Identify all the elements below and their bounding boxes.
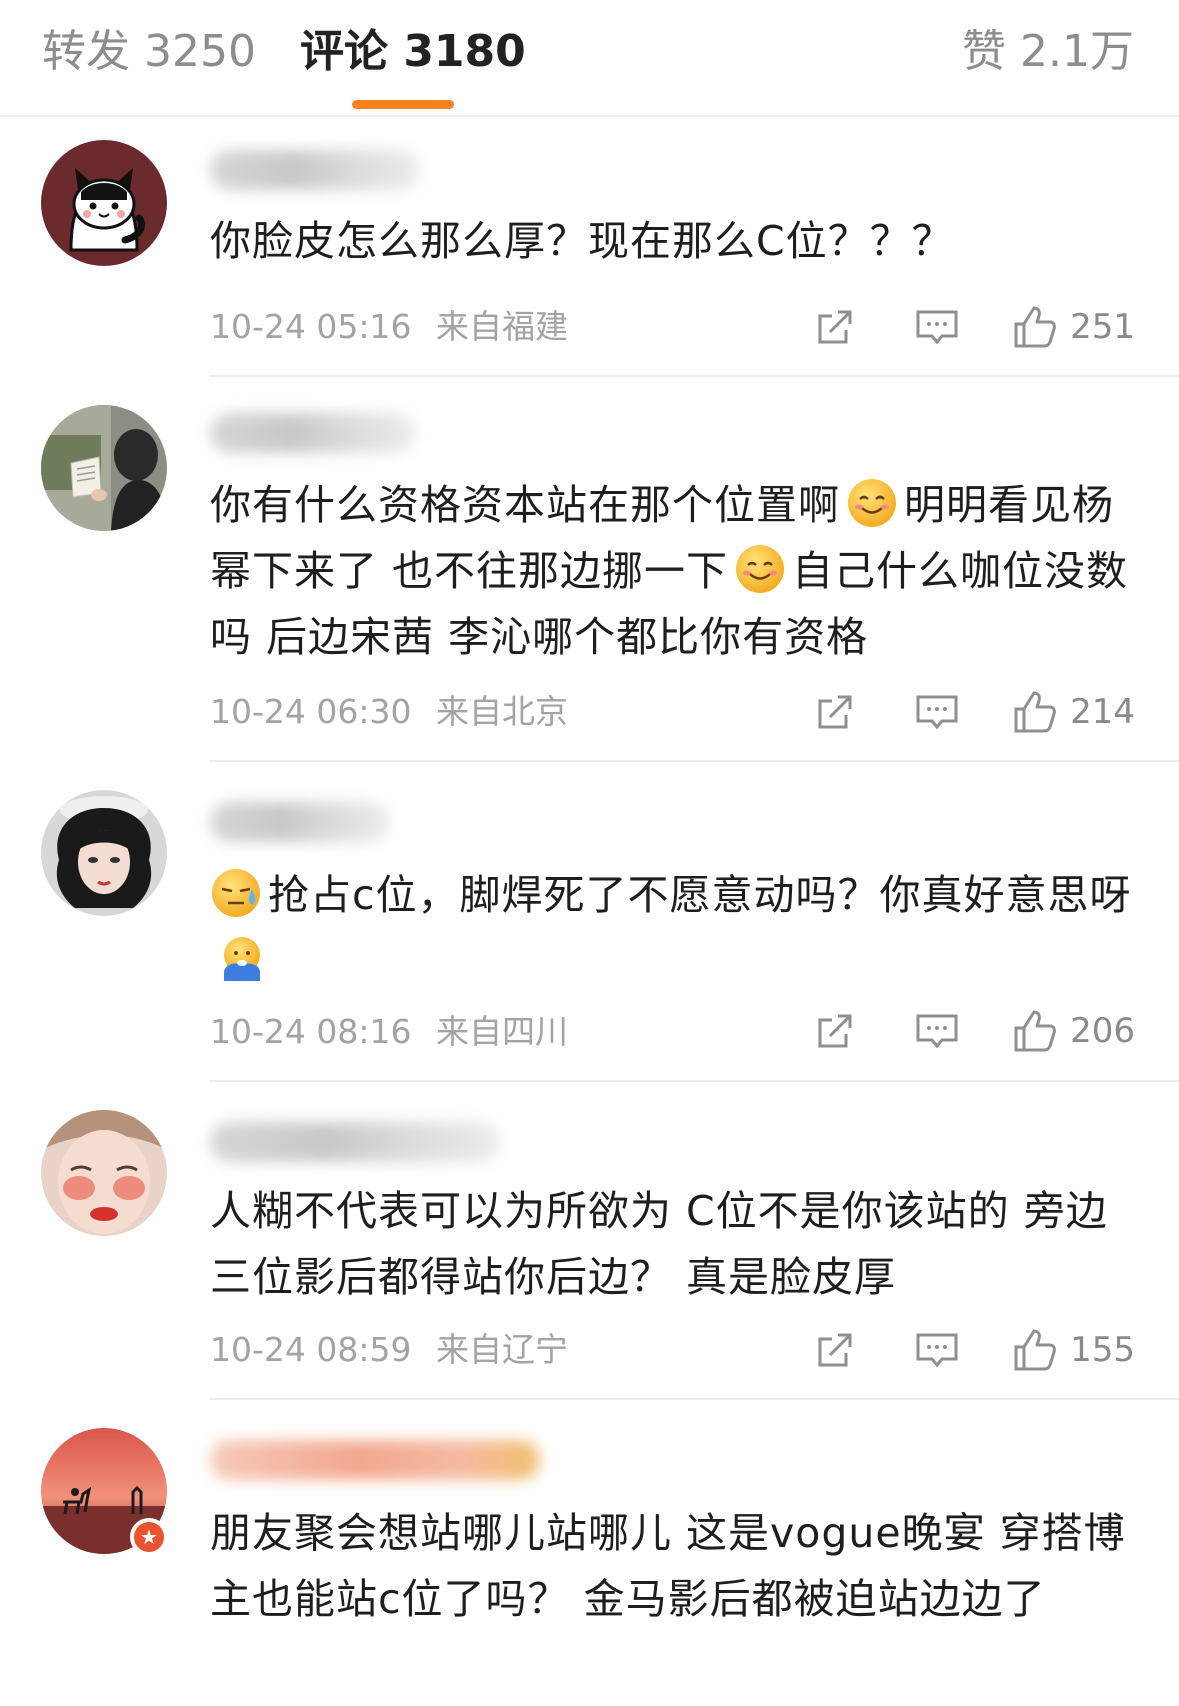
comment-actions: 155 — [812, 1325, 1135, 1375]
divider — [210, 1080, 1179, 1082]
like-count: 206 — [1070, 1011, 1135, 1051]
comment-meta: 10-24 05:16 来自福建 — [210, 305, 568, 349]
comment-actions: 214 — [812, 687, 1135, 737]
reply-icon[interactable] — [914, 1327, 960, 1373]
thumbs-up-icon[interactable] — [1012, 1008, 1058, 1054]
like-count: 155 — [1070, 1330, 1135, 1370]
comment-text-part: 你有什么资格资本站在那个位置啊 — [210, 481, 840, 529]
divider — [210, 760, 1179, 762]
comment-text: 你脸皮怎么那么厚？现在那么C位？？？ — [210, 217, 954, 265]
comment-time: 10-24 05:16 — [210, 307, 412, 346]
curly-hair-girl-avatar-icon — [41, 790, 167, 916]
share-icon[interactable] — [812, 304, 858, 350]
comment-location: 来自北京 — [435, 692, 568, 731]
comment-text-part: 抢占c位，脚焊死了不愿意动吗？你真好意思呀 — [268, 871, 1132, 919]
username-blurred[interactable] — [210, 413, 415, 453]
comment-text: 你有什么资格资本站在那个位置啊 明明看见杨幂下来了 也不往那边挪一下 自己什么咖位没… — [210, 472, 1140, 670]
username-blurred[interactable] — [210, 1440, 540, 1480]
avatar[interactable] — [41, 1110, 167, 1236]
comment-actions: 251 — [812, 302, 1135, 352]
like-count: 251 — [1070, 307, 1135, 347]
comment-time: 10-24 08:59 — [210, 1330, 412, 1369]
avatar[interactable] — [41, 790, 167, 916]
comment-location: 来自福建 — [435, 307, 568, 346]
share-icon[interactable] — [812, 1327, 858, 1373]
cat-avatar-icon — [41, 140, 167, 266]
reply-icon[interactable] — [914, 1008, 960, 1054]
avatar[interactable] — [41, 405, 167, 531]
comment-meta: 10-24 06:30 来自北京 — [210, 690, 568, 734]
username-blurred[interactable] — [210, 802, 390, 842]
comment-text: 人糊不代表可以为所欲为 C位不是你该站的 旁边三位影后都得站你后边？ 真是脸皮厚 — [210, 1187, 1108, 1301]
comment-meta: 10-24 08:59 来自辽宁 — [210, 1328, 568, 1372]
username-blurred[interactable] — [210, 1122, 500, 1162]
blush-face-avatar-icon — [41, 1110, 167, 1236]
comment-location: 来自辽宁 — [435, 1330, 568, 1369]
reply-icon[interactable] — [914, 689, 960, 735]
thumbs-up-icon[interactable] — [1012, 689, 1058, 735]
comment-time: 10-24 06:30 — [210, 692, 412, 731]
cold-emoji-icon — [216, 933, 268, 985]
reply-icon[interactable] — [914, 304, 960, 350]
divider — [210, 375, 1179, 377]
comment-text: 朋友聚会想站哪儿站哪儿 这是vogue晚宴 穿搭博主也能站c位了吗？ 金马影后都… — [210, 1509, 1126, 1623]
like-count: 214 — [1070, 692, 1135, 732]
reading-girl-avatar-icon — [41, 405, 167, 531]
comment-meta: 10-24 08:16 来自四川 — [210, 1010, 568, 1054]
comment-item: 你脸皮怎么那么厚？现在那么C位？？？ 10-24 05:16 来自福建 251 — [0, 0, 1179, 380]
thumbs-up-icon[interactable] — [1012, 304, 1058, 350]
username-blurred[interactable] — [210, 150, 420, 190]
sweat-emoji-icon — [210, 867, 262, 919]
smile-emoji-icon — [734, 543, 786, 595]
comment-time: 10-24 08:16 — [210, 1012, 412, 1051]
comment-location: 来自四川 — [435, 1012, 568, 1051]
vip-star-badge-icon: ★ — [130, 1518, 168, 1556]
share-icon[interactable] — [812, 1008, 858, 1054]
share-icon[interactable] — [812, 689, 858, 735]
divider — [210, 1398, 1179, 1400]
avatar[interactable] — [41, 140, 167, 266]
comment-actions: 206 — [812, 1006, 1135, 1056]
comment-text: 抢占c位，脚焊死了不愿意动吗？你真好意思呀 — [210, 862, 1140, 994]
thumbs-up-icon[interactable] — [1012, 1327, 1058, 1373]
smile-emoji-icon — [846, 477, 898, 529]
